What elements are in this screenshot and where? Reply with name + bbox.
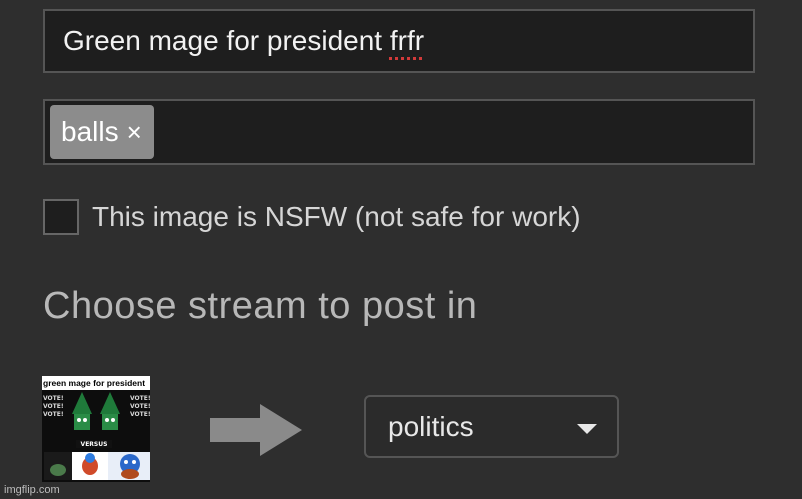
versus-text: VERSUS bbox=[81, 441, 108, 448]
thumbnail-title: green mage for president bbox=[42, 376, 150, 390]
thumbnail-art: VOTE! VOTE! VOTE! VOTE! VOTE! VOTE! VERS… bbox=[42, 390, 150, 482]
svg-text:VOTE!: VOTE! bbox=[130, 411, 150, 418]
vote-text-2: VOTE! bbox=[43, 403, 64, 410]
triangle-down-icon bbox=[577, 424, 597, 434]
right-arrow-icon bbox=[210, 404, 302, 461]
stream-heading: Choose stream to post in bbox=[43, 285, 478, 327]
image-thumbnail: green mage for president VOTE! VOTE! VOT… bbox=[42, 376, 150, 482]
nsfw-checkbox[interactable] bbox=[43, 199, 79, 235]
misspelled-word: frfr bbox=[389, 25, 425, 56]
tag-label: balls bbox=[61, 116, 119, 147]
svg-text:VOTE!: VOTE! bbox=[130, 403, 150, 410]
tags-input[interactable]: balls × bbox=[43, 99, 755, 165]
tag-chip: balls × bbox=[50, 105, 154, 159]
title-input[interactable]: Green mage for president frfr bbox=[43, 9, 755, 73]
stream-selected-value: politics bbox=[388, 410, 474, 442]
nsfw-row: This image is NSFW (not safe for work) bbox=[43, 199, 581, 235]
title-text: Green mage for president bbox=[63, 25, 390, 56]
tag-remove-icon[interactable]: × bbox=[127, 119, 142, 145]
svg-text:VOTE!: VOTE! bbox=[130, 395, 150, 402]
watermark: imgflip.com bbox=[4, 484, 60, 496]
vote-text-1: VOTE! bbox=[43, 395, 64, 402]
nsfw-label[interactable]: This image is NSFW (not safe for work) bbox=[92, 201, 581, 233]
stream-select[interactable]: politics bbox=[364, 395, 619, 458]
vote-text-3: VOTE! bbox=[43, 411, 64, 418]
